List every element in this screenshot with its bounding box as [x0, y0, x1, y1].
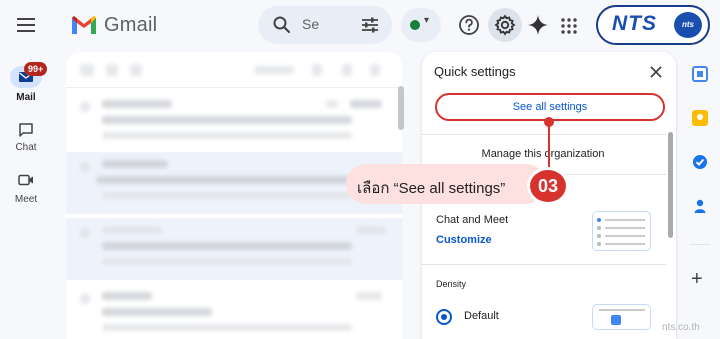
unread-count-badge: 99+ [24, 62, 48, 76]
instruction-text: เลือก “See all settings” [357, 180, 506, 197]
watermark: nts.co.th [662, 322, 700, 333]
inbox-scrollbar[interactable] [398, 86, 404, 130]
list-item[interactable] [66, 218, 402, 280]
gemini-spark-icon[interactable] [526, 13, 550, 37]
add-addon-icon[interactable]: + [691, 268, 703, 291]
gmail-logo-icon[interactable] [70, 14, 98, 36]
divider [690, 244, 710, 245]
chat-icon[interactable] [18, 122, 34, 138]
list-item[interactable] [66, 284, 402, 339]
app-name[interactable]: Gmail [104, 14, 157, 37]
divider [422, 264, 666, 265]
step-number-badge: 03 [527, 167, 569, 205]
calendar-icon[interactable] [692, 66, 708, 82]
nav-chat-label[interactable]: Chat [0, 142, 52, 153]
quick-settings-title: Quick settings [434, 64, 516, 79]
main-menu-icon[interactable] [14, 14, 38, 38]
search-icon[interactable] [272, 15, 292, 35]
brand-logo-text: NTS [612, 12, 657, 35]
search-input[interactable]: Se [302, 16, 319, 32]
chat-layout-thumbnail[interactable] [592, 211, 651, 251]
gear-icon[interactable] [493, 13, 517, 37]
apps-grid-icon[interactable] [560, 17, 578, 35]
tasks-icon[interactable] [692, 154, 708, 170]
status-selector[interactable] [401, 8, 441, 42]
annotation-connector [548, 121, 550, 171]
status-dot-icon [410, 20, 420, 30]
density-default-radio[interactable] [436, 309, 452, 325]
meet-icon[interactable] [18, 173, 34, 187]
density-default-label[interactable]: Default [464, 310, 499, 322]
keep-icon[interactable] [692, 110, 708, 126]
density-default-thumbnail[interactable] [592, 304, 651, 330]
search-options-icon[interactable] [360, 15, 380, 35]
contacts-icon[interactable] [692, 198, 708, 214]
chevron-down-icon: ▾ [424, 15, 430, 26]
list-item[interactable] [66, 92, 402, 154]
divider [422, 134, 666, 135]
nav-meet-label[interactable]: Meet [0, 194, 52, 205]
density-heading: Density [436, 279, 467, 289]
manage-organization-link[interactable]: Manage this organization [434, 148, 652, 160]
customize-link[interactable]: Customize [436, 234, 492, 246]
quick-settings-scrollbar[interactable] [668, 132, 673, 238]
brand-badge: nts [674, 12, 702, 38]
help-icon[interactable] [457, 13, 481, 37]
inbox-toolbar [66, 52, 402, 88]
close-icon[interactable] [646, 62, 666, 82]
nav-mail-label[interactable]: Mail [0, 92, 52, 103]
chat-meet-label: Chat and Meet [436, 214, 509, 226]
